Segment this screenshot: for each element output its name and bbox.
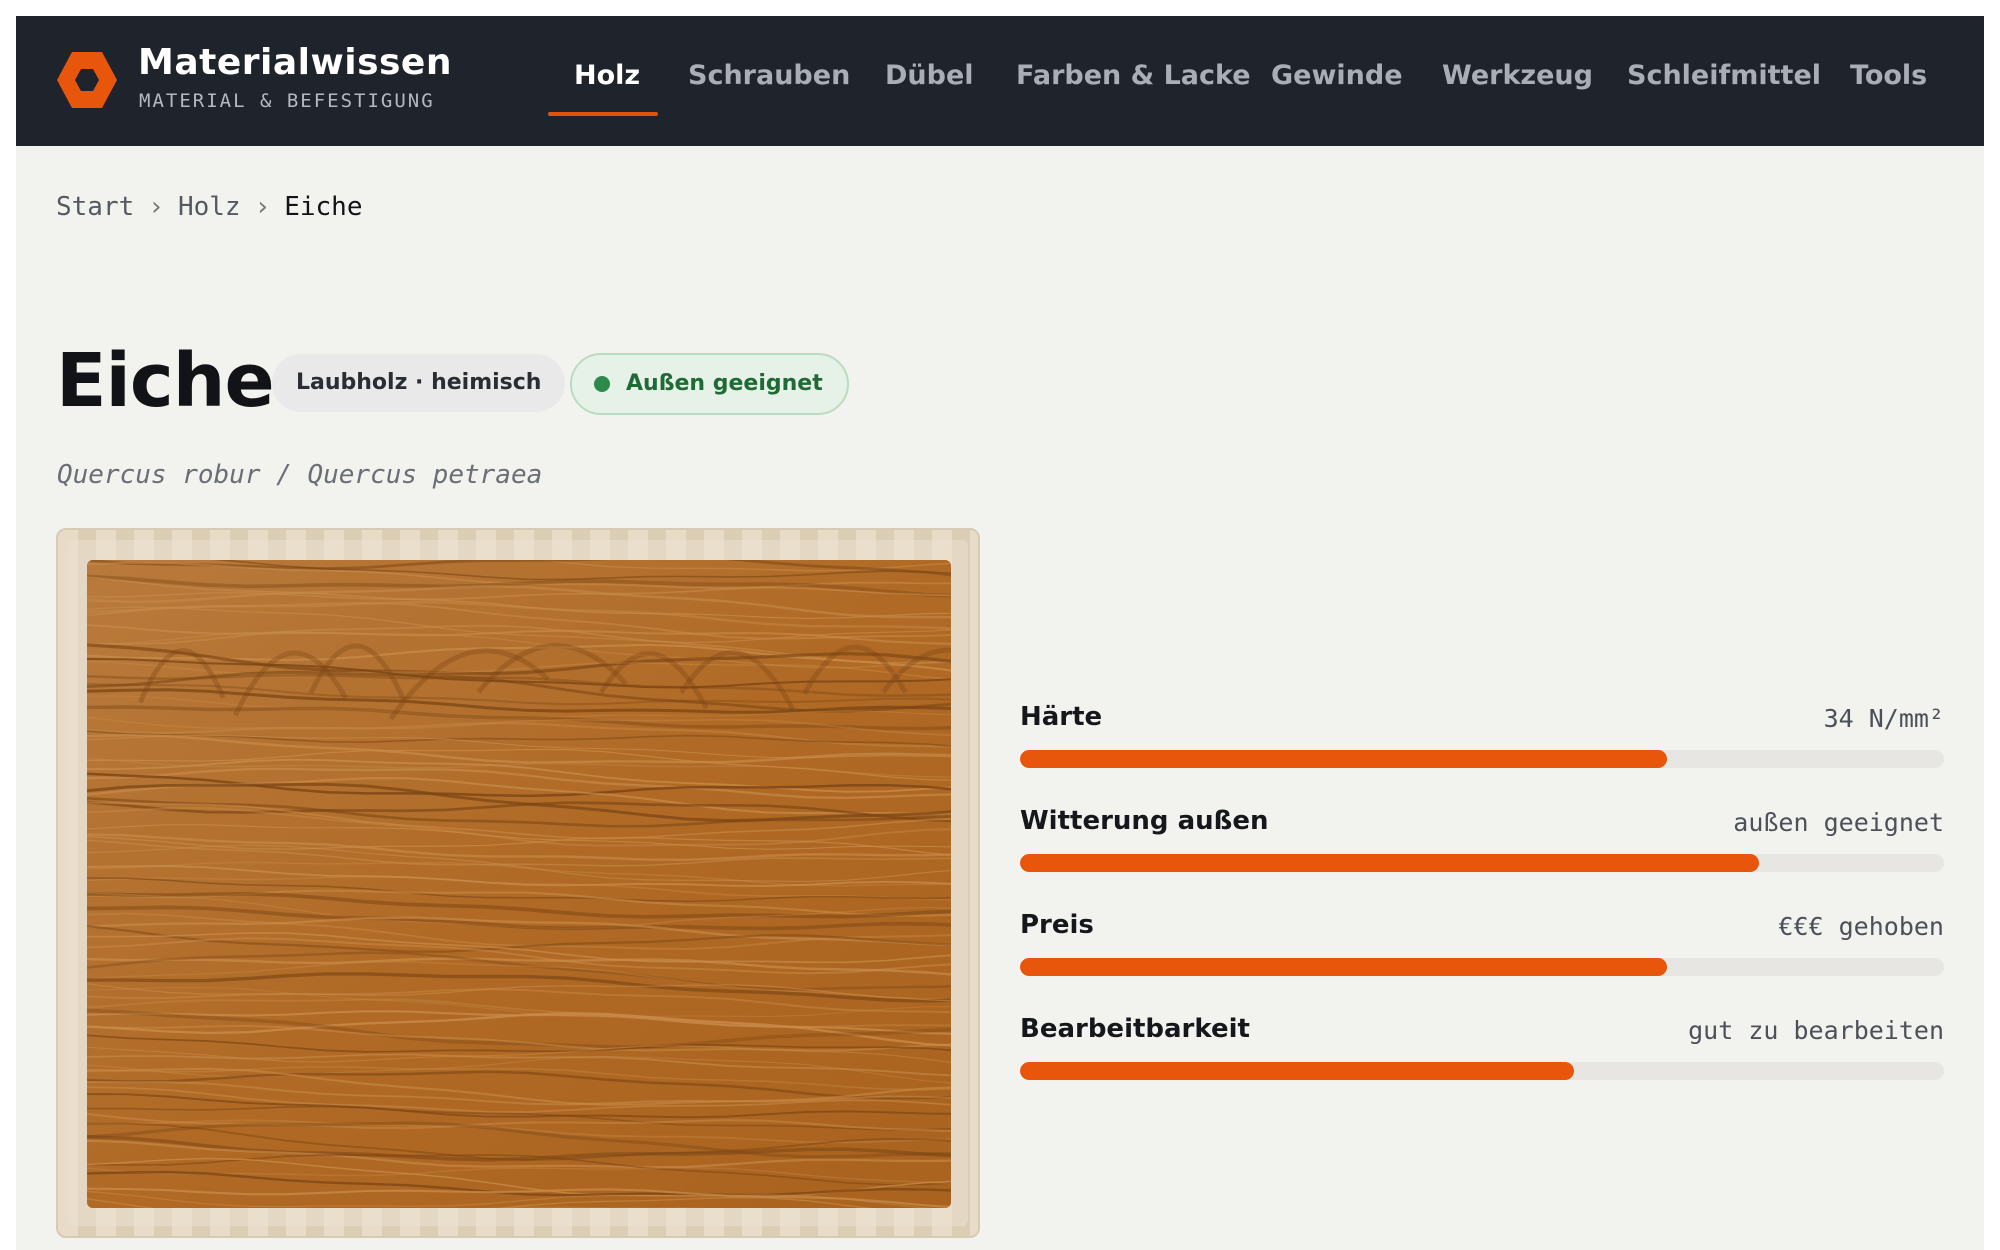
property-value: außen geeignet bbox=[1733, 808, 1944, 837]
property-bar-track bbox=[1020, 958, 1944, 976]
property-label: Bearbeitbarkeit bbox=[1020, 1014, 1250, 1044]
nav-item-werkzeug[interactable]: Werkzeug bbox=[1442, 60, 1593, 91]
nav-item-schleifmittel[interactable]: Schleifmittel bbox=[1627, 60, 1821, 91]
property-value: 34 N/mm² bbox=[1823, 704, 1944, 733]
status-badge: Außen geeignet bbox=[570, 353, 849, 415]
oak-wood-grain-sample bbox=[87, 560, 951, 1208]
breadcrumb-current: Eiche bbox=[284, 192, 363, 222]
property-bar-fill bbox=[1020, 854, 1760, 872]
wood-grain-image bbox=[87, 560, 951, 1208]
page-title: Eiche bbox=[56, 338, 275, 424]
scientific-name: Quercus robur / Quercus petraea bbox=[57, 460, 543, 490]
status-badge-label: Außen geeignet bbox=[626, 371, 823, 396]
hex-nut-icon[interactable] bbox=[56, 50, 118, 110]
property-witterung: Witterung außen außen geeignet bbox=[1020, 806, 1944, 876]
property-value: €€€ gehoben bbox=[1778, 912, 1944, 941]
property-label: Preis bbox=[1020, 910, 1094, 940]
breadcrumb-holz[interactable]: Holz bbox=[178, 192, 241, 222]
top-navigation-bar: Materialwissen MATERIAL & BEFESTIGUNG Ho… bbox=[16, 16, 1984, 146]
property-bar-fill bbox=[1020, 1062, 1575, 1080]
brand-tagline: MATERIAL & BEFESTIGUNG bbox=[139, 90, 435, 112]
nav-item-duebel[interactable]: Dübel bbox=[885, 60, 974, 91]
property-bar-track bbox=[1020, 854, 1944, 872]
breadcrumb-separator: › bbox=[148, 192, 164, 222]
nav-item-holz[interactable]: Holz bbox=[574, 60, 640, 91]
page: Materialwissen MATERIAL & BEFESTIGUNG Ho… bbox=[16, 16, 1984, 1250]
property-bar-fill bbox=[1020, 958, 1667, 976]
nav-item-tools[interactable]: Tools bbox=[1850, 60, 1927, 91]
category-badge: Laubholz · heimisch bbox=[272, 354, 566, 412]
property-label: Härte bbox=[1020, 702, 1103, 732]
brand-name[interactable]: Materialwissen bbox=[138, 42, 452, 83]
property-bar-track bbox=[1020, 750, 1944, 768]
property-haerte: Härte 34 N/mm² bbox=[1020, 702, 1944, 772]
nav-item-gewinde[interactable]: Gewinde bbox=[1271, 60, 1403, 91]
breadcrumb-start[interactable]: Start bbox=[56, 192, 134, 222]
nav-item-farben-lacke[interactable]: Farben & Lacke bbox=[1016, 60, 1251, 91]
active-tab-indicator bbox=[548, 112, 658, 116]
property-bearbeitbarkeit: Bearbeitbarkeit gut zu bearbeiten bbox=[1020, 1014, 1944, 1084]
property-bar-fill bbox=[1020, 750, 1667, 768]
material-image-card bbox=[56, 528, 980, 1238]
breadcrumb: Start › Holz › Eiche bbox=[56, 192, 363, 222]
breadcrumb-separator: › bbox=[254, 192, 271, 222]
nav-item-schrauben[interactable]: Schrauben bbox=[688, 60, 850, 91]
property-preis: Preis €€€ gehoben bbox=[1020, 910, 1944, 980]
property-label: Witterung außen bbox=[1020, 806, 1269, 836]
property-bar-track bbox=[1020, 1062, 1944, 1080]
property-value: gut zu bearbeiten bbox=[1688, 1016, 1944, 1045]
status-dot-icon bbox=[594, 376, 610, 392]
